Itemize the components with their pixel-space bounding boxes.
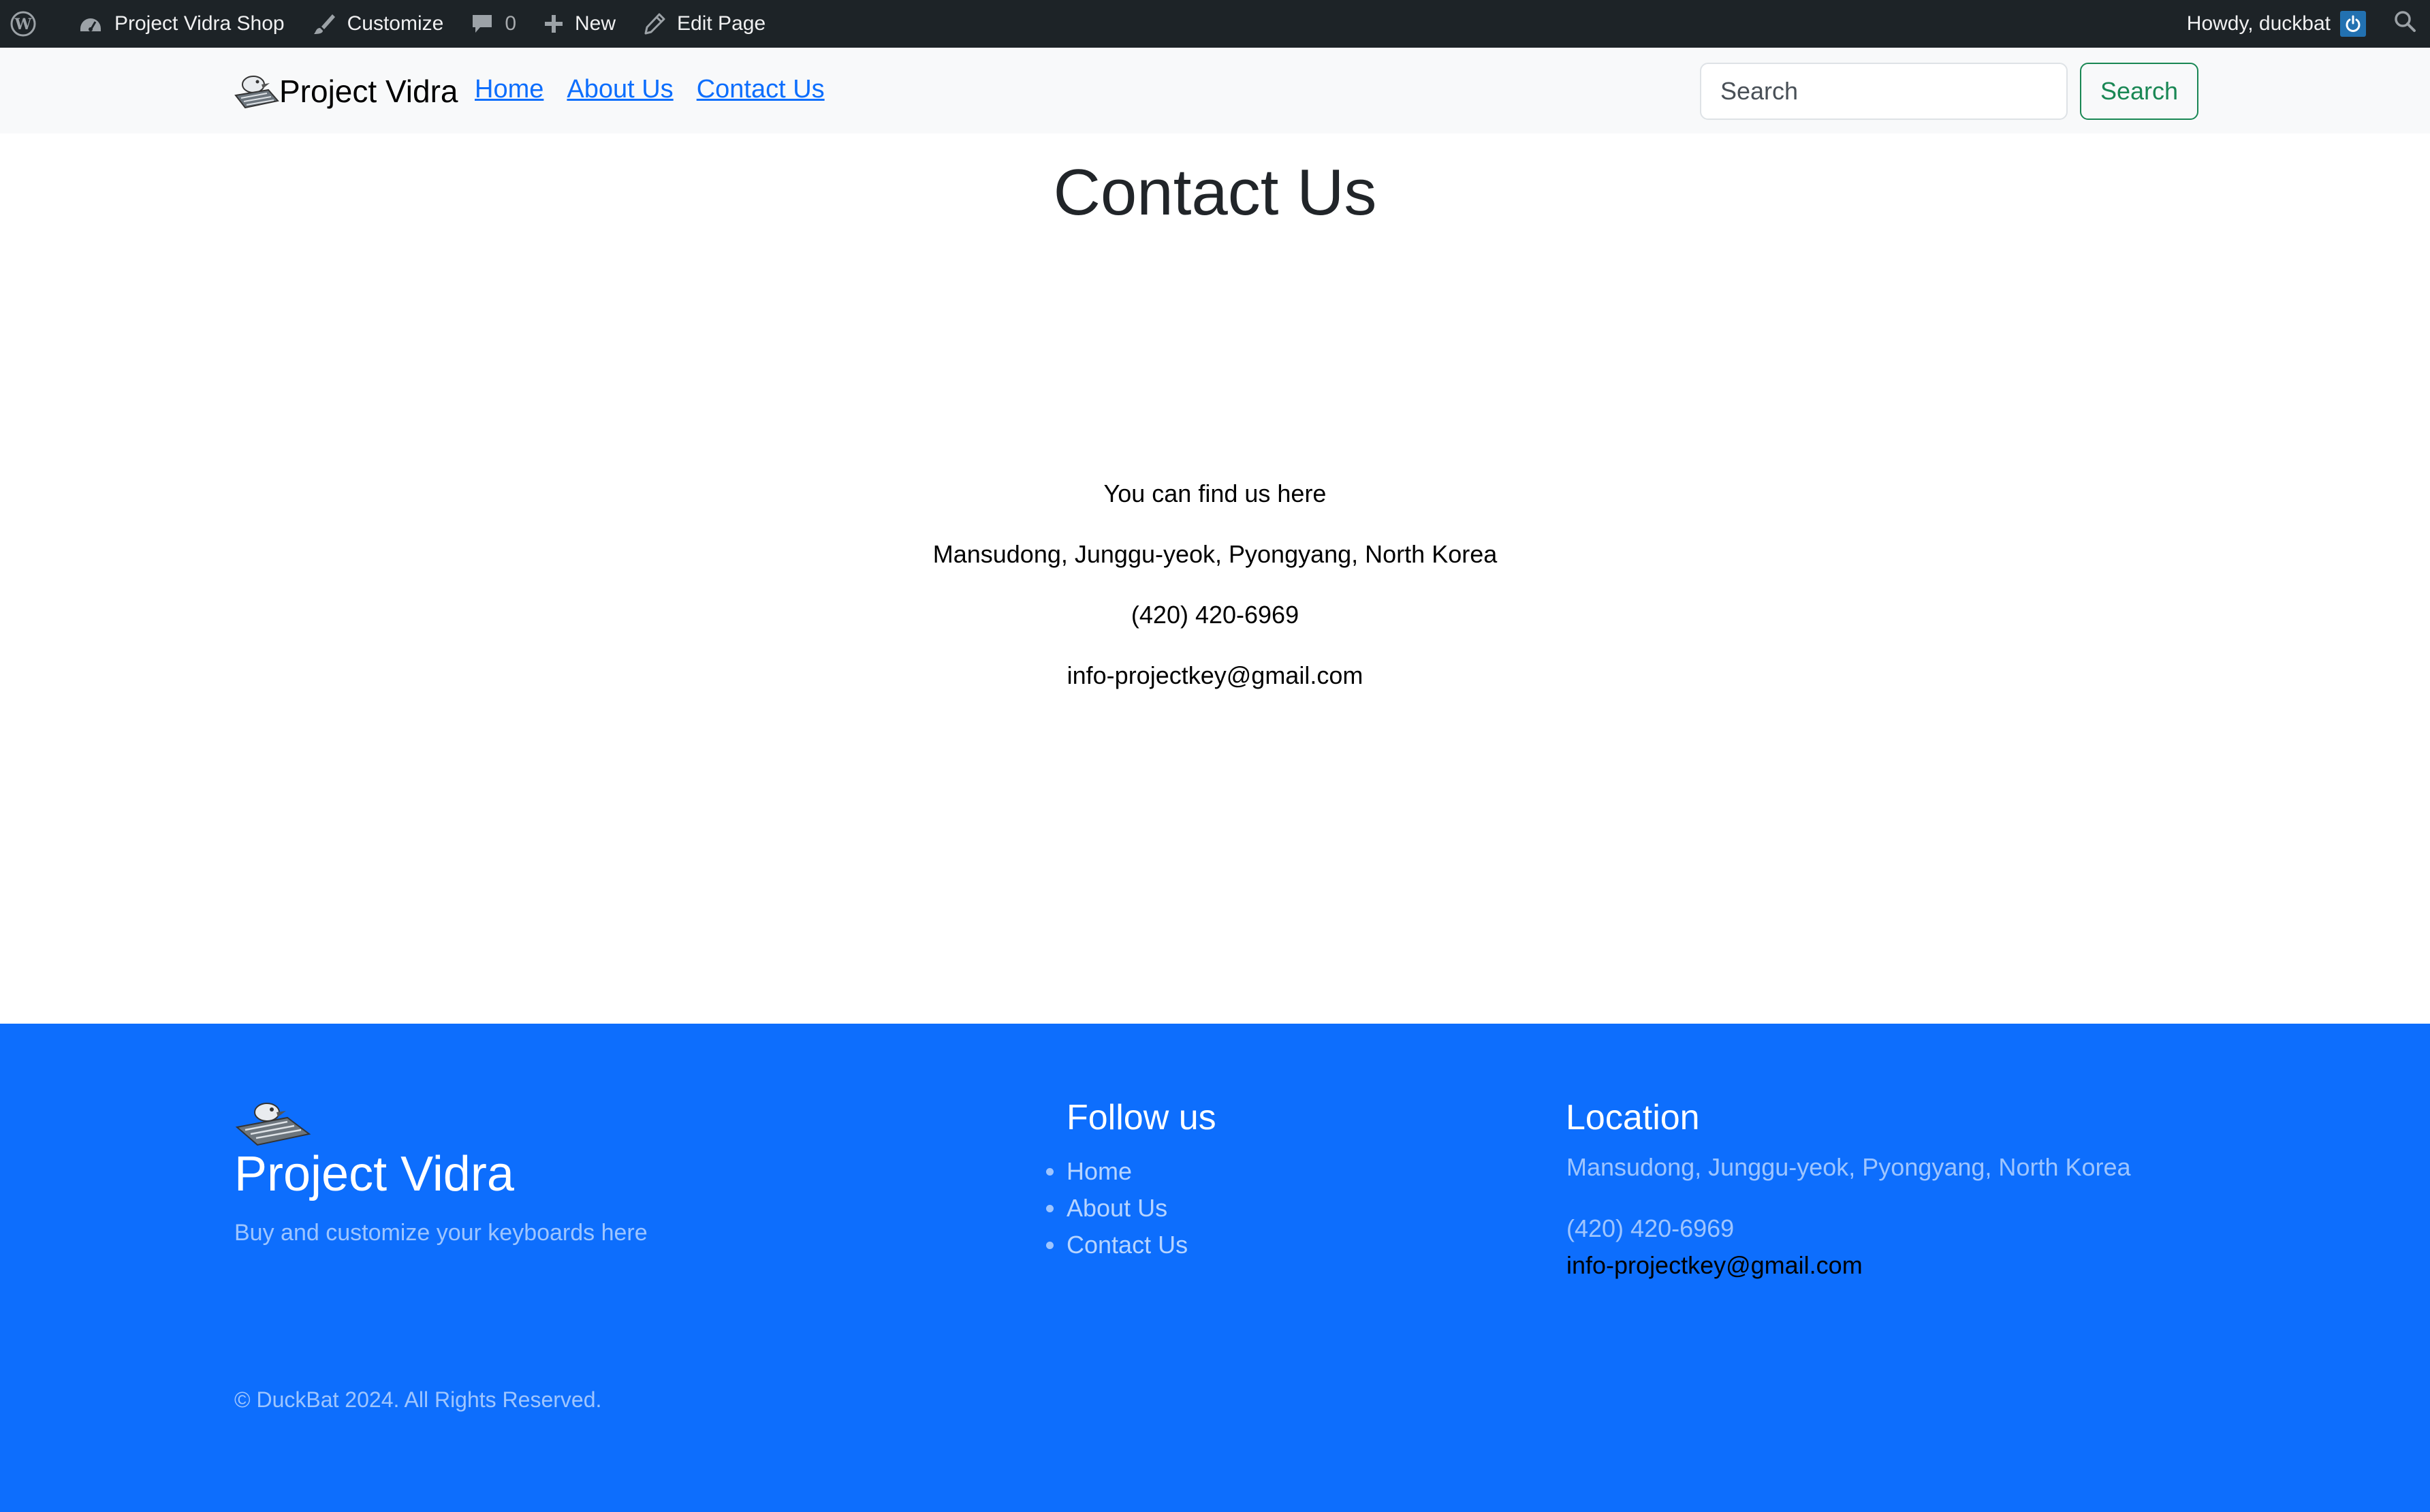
wordpress-menu[interactable]: W: [0, 0, 64, 48]
keyboard-logo-icon: [234, 76, 279, 109]
svg-text:W: W: [14, 16, 32, 33]
new-label: New: [575, 12, 616, 35]
plus-icon: [543, 14, 564, 34]
pencil-icon: [643, 12, 666, 35]
footer-follow-heading: Follow us: [1067, 1098, 1216, 1137]
search-input[interactable]: [1700, 63, 2068, 120]
edit-page-label: Edit Page: [677, 12, 766, 35]
comments-count: 0: [505, 12, 517, 35]
customize-menu[interactable]: Customize: [298, 0, 458, 48]
footer-link-home[interactable]: Home: [1045, 1153, 1188, 1190]
footer-brand: Project Vidra: [234, 1147, 514, 1201]
avatar: [2340, 11, 2366, 37]
contact-address: Mansudong, Junggu-yeok, Pyongyang, North…: [932, 540, 1498, 568]
footer-keyboard-logo-icon: [235, 1103, 311, 1146]
nav-link-about-us[interactable]: About Us: [567, 75, 673, 104]
wordpress-logo-icon: W: [10, 10, 37, 37]
admin-bar-right: Howdy, duckbat: [2173, 0, 2430, 48]
footer-location-heading: Location: [1566, 1098, 1700, 1137]
nav-link-contact-us[interactable]: Contact Us: [697, 75, 825, 104]
comment-bubble-icon: [471, 12, 494, 35]
contact-email: info-projectkey@gmail.com: [1067, 661, 1363, 689]
new-content-menu[interactable]: New: [530, 0, 629, 48]
dashboard-icon: [78, 11, 104, 37]
footer-tagline: Buy and customize your keyboards here: [234, 1220, 648, 1246]
footer-phone: (420) 420-6969: [1566, 1214, 1735, 1242]
edit-page-menu[interactable]: Edit Page: [629, 0, 779, 48]
contact-intro: You can find us here: [1103, 479, 1327, 507]
footer-copyright: © DuckBat 2024. All Rights Reserved.: [234, 1387, 602, 1412]
customize-label: Customize: [347, 12, 444, 35]
navbar-brand[interactable]: Project Vidra: [233, 69, 458, 113]
site-navbar: Project Vidra Home About Us Contact Us S…: [0, 48, 2430, 133]
site-name-label: Project Vidra Shop: [114, 12, 285, 35]
search-form: Search: [1700, 63, 2199, 120]
paintbrush-icon: [312, 12, 336, 36]
admin-search-button[interactable]: [2380, 0, 2430, 48]
nav-link-home[interactable]: Home: [475, 75, 543, 104]
main-nav: Home About Us Contact Us: [475, 75, 825, 104]
footer-email: info-projectkey@gmail.com: [1566, 1251, 1863, 1279]
admin-bar-left: W Project Vidra Shop Customize 0 New Edi…: [0, 0, 779, 48]
contact-phone: (420) 420-6969: [1131, 601, 1299, 629]
search-icon: [2393, 10, 2416, 38]
footer-link-contact-us[interactable]: Contact Us: [1045, 1227, 1188, 1263]
admin-bar: W Project Vidra Shop Customize 0 New Edi…: [0, 0, 2430, 48]
howdy-label: Howdy, duckbat: [2186, 12, 2331, 35]
site-name-menu[interactable]: Project Vidra Shop: [64, 0, 298, 48]
site-footer: Project Vidra Buy and customize your key…: [0, 1024, 2430, 1512]
brand-name: Project Vidra: [279, 74, 458, 109]
my-account-menu[interactable]: Howdy, duckbat: [2173, 0, 2380, 48]
search-button[interactable]: Search: [2080, 63, 2199, 120]
footer-link-about-us[interactable]: About Us: [1045, 1190, 1188, 1227]
contact-info: You can find us here Mansudong, Junggu-y…: [0, 477, 2430, 719]
footer-address: Mansudong, Junggu-yeok, Pyongyang, North…: [1566, 1153, 2131, 1181]
comments-menu[interactable]: 0: [457, 0, 530, 48]
page-title: Contact Us: [1053, 156, 1377, 229]
footer-follow-list: Home About Us Contact Us: [1045, 1153, 1188, 1263]
